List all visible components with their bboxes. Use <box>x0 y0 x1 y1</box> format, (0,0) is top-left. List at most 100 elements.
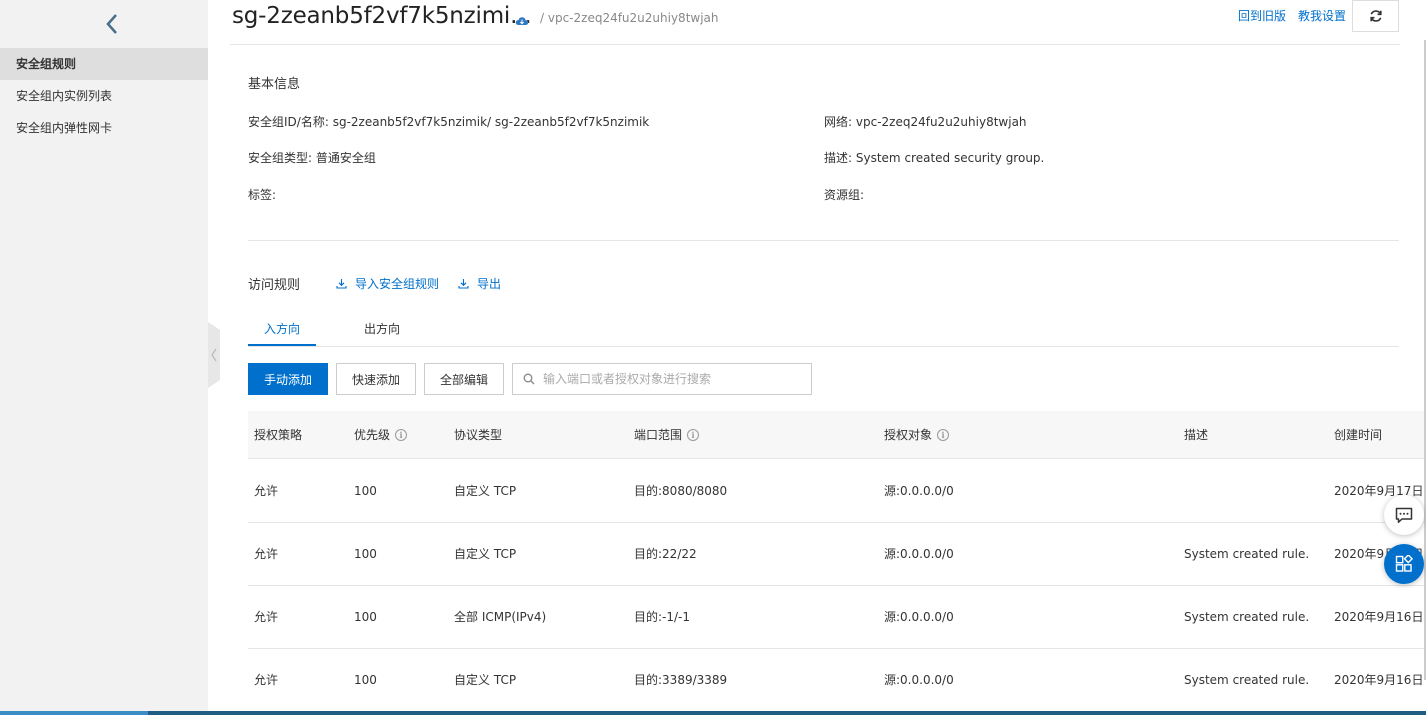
teach-settings-link[interactable]: 教我设置 <box>1298 7 1346 24</box>
table-header: 授权策略 优先级 i 协议类型 端口范围 i 授权对象 i 描述 创建时间 <box>248 411 1424 459</box>
col-header-description: 描述 <box>1184 411 1208 459</box>
cell-protocol: 自定义 TCP <box>454 673 517 687</box>
info-network-label: 网络: <box>824 115 853 129</box>
info-id-name-value: sg-2zeanb5f2vf7k5nzimik/ sg-2zeanb5f2vf7… <box>332 115 650 129</box>
col-header-port-range-label: 端口范围 <box>634 428 683 442</box>
info-icon[interactable]: i <box>937 429 950 441</box>
col-header-priority: 优先级 i <box>354 411 408 459</box>
col-header-description-label: 描述 <box>1184 428 1209 442</box>
col-header-created-time-label: 创建时间 <box>1334 428 1383 442</box>
cell-priority: 100 <box>354 610 377 624</box>
cell-description: System created rule. <box>1184 673 1310 687</box>
download-icon <box>336 279 347 289</box>
col-header-port-range: 端口范围 i <box>634 411 700 459</box>
apps-icon <box>1395 555 1413 572</box>
info-description-label: 描述: <box>824 151 853 165</box>
col-header-auth-object: 授权对象 i <box>884 411 950 459</box>
cell-port-range: 目的:3389/3389 <box>634 673 728 687</box>
info-description-value: System created security group. <box>855 151 1045 165</box>
cell-description: System created rule. <box>1184 547 1310 561</box>
info-type-value: 普通安全组 <box>315 151 376 165</box>
cell-policy: 允许 <box>254 673 279 687</box>
table-row: 允许 100 自定义 TCP 目的:8080/8080 源:0.0.0.0/0 … <box>248 460 1424 523</box>
info-description: 描述: System created security group. <box>824 149 1044 166</box>
cell-priority: 100 <box>354 673 377 687</box>
rules-table: 授权策略 优先级 i 协议类型 端口范围 i 授权对象 i 描述 创建时间 允许 10… <box>248 411 1424 715</box>
chevron-left-icon <box>211 348 217 362</box>
manual-add-button[interactable]: 手动添加 <box>248 363 328 395</box>
col-header-protocol: 协议类型 <box>454 411 502 459</box>
refresh-icon <box>1369 10 1382 22</box>
col-header-auth-object-label: 授权对象 <box>884 428 933 442</box>
cell-auth-object: 源:0.0.0.0/0 <box>884 484 954 498</box>
security-group-page: 安全组规则 安全组内实例列表 安全组内弹性网卡 sg-2zeanb5f2vf7k… <box>0 0 1426 715</box>
info-resource-group: 资源组: <box>824 186 864 203</box>
info-tags-label: 标签: <box>248 188 277 202</box>
basic-info-title: 基本信息 <box>248 77 301 92</box>
cell-created-time: 2020年9月16日 17 <box>1334 673 1424 687</box>
info-type-label: 安全组类型: <box>248 151 313 165</box>
refresh-button[interactable] <box>1352 0 1399 32</box>
tab-outbound[interactable]: 出方向 <box>364 320 400 337</box>
info-id-name: 安全组ID/名称: sg-2zeanb5f2vf7k5nzimik/ sg-2z… <box>248 113 649 130</box>
cell-protocol: 全部 ICMP(IPv4) <box>454 610 547 624</box>
cell-policy: 允许 <box>254 547 279 561</box>
taskbar-segment <box>0 711 148 715</box>
chevron-left-icon <box>106 14 117 34</box>
table-row: 允许 100 全部 ICMP(IPv4) 目的:-1/-1 源:0.0.0.0/… <box>248 586 1424 649</box>
table-row: 允许 100 自定义 TCP 目的:3389/3389 源:0.0.0.0/0 … <box>248 649 1424 712</box>
page-title: sg-2zeanb5f2vf7k5nzimi... <box>232 3 532 29</box>
cell-port-range: 目的:22/22 <box>634 547 697 561</box>
cell-port-range: 目的:-1/-1 <box>634 610 691 624</box>
breadcrumb[interactable]: / vpc-2zeq24fu2u2uhiy8twjah <box>540 11 719 25</box>
back-to-old-version-link[interactable]: 回到旧版 <box>1238 7 1286 24</box>
col-header-protocol-label: 协议类型 <box>454 428 503 442</box>
import-rules-link[interactable]: 导入安全组规则 <box>336 275 439 292</box>
header-divider <box>230 44 1400 45</box>
cell-auth-object: 源:0.0.0.0/0 <box>884 547 954 561</box>
cell-protocol: 自定义 TCP <box>454 484 517 498</box>
tab-inbound[interactable]: 入方向 <box>264 320 300 337</box>
sidebar-item-security-group-rules[interactable]: 安全组规则 <box>0 48 208 80</box>
info-resource-group-label: 资源组: <box>824 188 865 202</box>
info-icon[interactable]: i <box>395 429 408 441</box>
download-icon <box>458 279 469 289</box>
cell-port-range: 目的:8080/8080 <box>634 484 728 498</box>
table-row: 允许 100 自定义 TCP 目的:22/22 源:0.0.0.0/0 Syst… <box>248 523 1424 586</box>
apps-button[interactable] <box>1384 544 1424 584</box>
cell-protocol: 自定义 TCP <box>454 547 517 561</box>
info-network-value: vpc-2zeq24fu2u2uhiy8twjah <box>855 115 1027 129</box>
info-network: 网络: vpc-2zeq24fu2u2uhiy8twjah <box>824 113 1027 130</box>
access-rules-title: 访问规则 <box>248 278 301 293</box>
cell-priority: 100 <box>354 484 377 498</box>
cell-description: System created rule. <box>1184 610 1310 624</box>
col-header-priority-label: 优先级 <box>354 428 391 442</box>
sidebar-collapse-handle[interactable] <box>208 322 220 388</box>
search-input[interactable] <box>543 372 793 386</box>
export-label: 导出 <box>477 277 502 291</box>
taskbar-strip <box>0 711 1426 715</box>
sidebar-item-enis[interactable]: 安全组内弹性网卡 <box>0 112 208 144</box>
col-header-policy-label: 授权策略 <box>254 428 303 442</box>
cell-auth-object: 源:0.0.0.0/0 <box>884 673 954 687</box>
export-link[interactable]: 导出 <box>458 275 501 292</box>
sidebar-item-instances[interactable]: 安全组内实例列表 <box>0 80 208 112</box>
cell-policy: 允许 <box>254 484 279 498</box>
col-header-policy: 授权策略 <box>254 411 302 459</box>
cell-priority: 100 <box>354 547 377 561</box>
info-tags: 标签: <box>248 186 276 203</box>
quick-add-button[interactable]: 快速添加 <box>336 363 416 395</box>
cloud-icon[interactable] <box>515 12 529 25</box>
info-id-name-label: 安全组ID/名称: <box>248 115 329 129</box>
cell-auth-object: 源:0.0.0.0/0 <box>884 610 954 624</box>
edit-all-button[interactable]: 全部编辑 <box>424 363 504 395</box>
section-divider <box>248 240 1399 241</box>
chat-button[interactable] <box>1384 495 1424 535</box>
col-header-created-time: 创建时间 <box>1334 411 1382 459</box>
back-button[interactable] <box>96 8 128 40</box>
info-type: 安全组类型: 普通安全组 <box>248 149 376 166</box>
search-box[interactable] <box>512 363 812 395</box>
info-icon[interactable]: i <box>687 429 700 441</box>
tabs-divider <box>248 346 1399 347</box>
cell-policy: 允许 <box>254 610 279 624</box>
